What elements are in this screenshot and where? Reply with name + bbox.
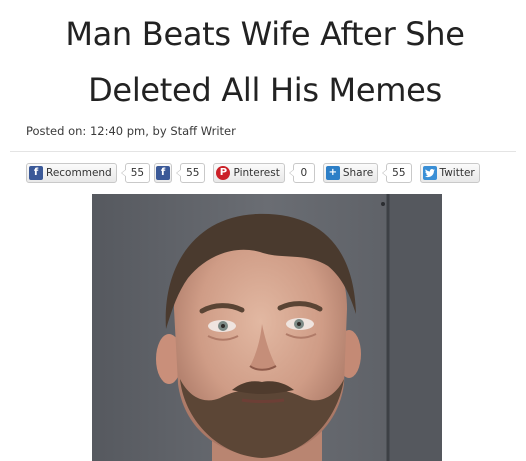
pinterest-label: Pinterest	[233, 167, 280, 179]
pinterest-button[interactable]: P Pinterest	[213, 163, 285, 183]
article-headline: Man Beats Wife After She Deleted All His…	[10, 6, 520, 118]
pinterest-count: 0	[288, 163, 315, 183]
headline-line-1: Man Beats Wife After She	[65, 15, 465, 53]
mugshot-illustration	[92, 194, 442, 461]
twitter-label: Twitter	[439, 167, 475, 179]
facebook-recommend-button[interactable]: f Recommend	[26, 163, 117, 183]
share-bar: f Recommend 55 f 55 P Pinterest 0 + Shar…	[26, 163, 480, 183]
mugshot-photo	[92, 194, 442, 461]
recommend-label: Recommend	[46, 167, 112, 179]
facebook-icon: f	[29, 166, 43, 180]
facebook-icon: f	[156, 166, 171, 180]
twitter-bird-icon	[422, 166, 437, 180]
twitter-button[interactable]: Twitter	[419, 163, 480, 183]
headline-line-2: Deleted All His Memes	[88, 71, 442, 109]
share-count: 55	[382, 163, 412, 183]
article-byline: Posted on: 12:40 pm, by Staff Writer	[26, 124, 236, 138]
pinterest-icon: P	[216, 166, 231, 180]
plus-share-icon: +	[325, 166, 340, 180]
share-label: Share	[342, 167, 374, 179]
facebook-share-button[interactable]: f	[154, 163, 173, 183]
facebook-share-count: 55	[176, 163, 206, 183]
recommend-count: 55	[120, 163, 151, 183]
share-button[interactable]: + Share	[322, 163, 379, 183]
divider	[10, 151, 516, 152]
